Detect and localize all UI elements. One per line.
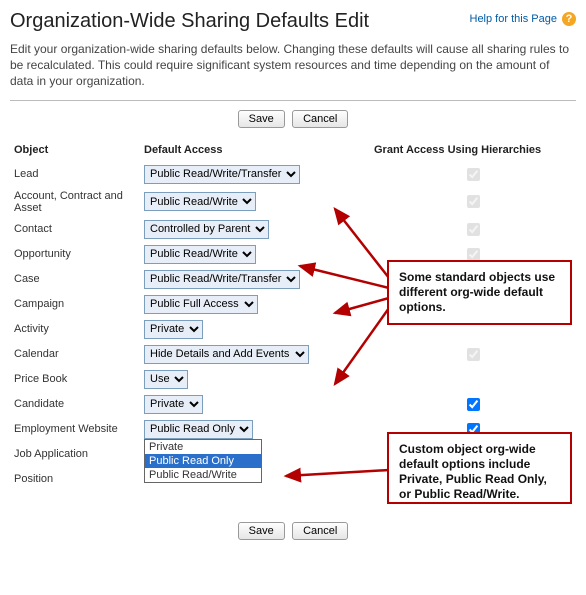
object-label: Opportunity: [10, 242, 140, 267]
object-label: Position: [10, 467, 140, 492]
grant-cell: [370, 392, 576, 417]
table-row: Price BookUse: [10, 367, 576, 392]
access-cell: Private: [140, 392, 370, 417]
grant-hierarchy-checkbox: [467, 195, 480, 208]
default-access-select[interactable]: Private: [144, 395, 203, 414]
grant-cell: [370, 187, 576, 217]
table-row: LeadPublic Read/Write/Transfer: [10, 162, 576, 187]
object-label: Employment Website: [10, 417, 140, 442]
default-access-select[interactable]: Public Read/Write: [144, 245, 256, 264]
grant-hierarchy-checkbox[interactable]: [467, 398, 480, 411]
header-default-access: Default Access: [140, 140, 370, 162]
table-row: CalendarHide Details and Add Events: [10, 342, 576, 367]
default-access-select[interactable]: Public Read/Write/Transfer: [144, 165, 300, 184]
access-cell: Public Read/Write/Transfer: [140, 162, 370, 187]
help-link[interactable]: Help for this Page ?: [470, 12, 577, 26]
header-object: Object: [10, 140, 140, 162]
default-access-select[interactable]: Hide Details and Add Events: [144, 345, 309, 364]
object-label: Lead: [10, 162, 140, 187]
save-button-bottom[interactable]: Save: [238, 522, 285, 540]
table-row: CandidatePrivate: [10, 392, 576, 417]
top-button-row: Save Cancel: [10, 110, 576, 128]
object-label: Candidate: [10, 392, 140, 417]
default-access-select[interactable]: Public Read/Write: [144, 192, 256, 211]
callout-custom-objects: Custom object org-wide default options i…: [387, 432, 572, 504]
object-label: Case: [10, 267, 140, 292]
save-button[interactable]: Save: [238, 110, 285, 128]
grant-cell: [370, 162, 576, 187]
object-label: Activity: [10, 317, 140, 342]
dropdown-option[interactable]: Public Read Only: [145, 454, 261, 468]
default-access-select[interactable]: Public Read/Write/Transfer: [144, 270, 300, 289]
grant-cell: [370, 217, 576, 242]
grant-cell: [370, 342, 576, 367]
object-label: Campaign: [10, 292, 140, 317]
grant-hierarchy-checkbox: [467, 348, 480, 361]
grant-hierarchy-checkbox: [467, 248, 480, 261]
cancel-button-bottom[interactable]: Cancel: [292, 522, 348, 540]
help-icon: ?: [562, 12, 576, 26]
grant-hierarchy-checkbox: [467, 223, 480, 236]
access-cell: Public Read OnlyPrivatePublic Read OnlyP…: [140, 417, 370, 442]
access-cell: Hide Details and Add Events: [140, 342, 370, 367]
default-access-select[interactable]: Public Full Access: [144, 295, 258, 314]
help-link-text: Help for this Page: [470, 13, 557, 25]
default-access-select[interactable]: Controlled by Parent: [144, 220, 269, 239]
access-dropdown-open[interactable]: PrivatePublic Read OnlyPublic Read/Write: [144, 439, 262, 483]
table-row: ContactControlled by Parent: [10, 217, 576, 242]
divider: [10, 100, 576, 102]
access-cell: Public Full Access: [140, 292, 370, 317]
cancel-button[interactable]: Cancel: [292, 110, 348, 128]
access-cell: Public Read/Write: [140, 187, 370, 217]
intro-text: Edit your organization-wide sharing defa…: [10, 41, 576, 90]
object-label: Contact: [10, 217, 140, 242]
callout-standard-objects: Some standard objects use different org-…: [387, 260, 572, 325]
access-cell: Public Read/Write: [140, 242, 370, 267]
dropdown-option[interactable]: Private: [145, 440, 261, 454]
bottom-button-row: Save Cancel: [10, 522, 576, 540]
default-access-select[interactable]: Private: [144, 320, 203, 339]
access-cell: Use: [140, 367, 370, 392]
object-label: Calendar: [10, 342, 140, 367]
table-row: Account, Contract and AssetPublic Read/W…: [10, 187, 576, 217]
access-cell: Controlled by Parent: [140, 217, 370, 242]
default-access-select[interactable]: Use: [144, 370, 188, 389]
default-access-select[interactable]: Public Read Only: [144, 420, 253, 439]
grant-cell: [370, 367, 576, 392]
access-cell: Public Read/Write/Transfer: [140, 267, 370, 292]
header-grant: Grant Access Using Hierarchies: [370, 140, 576, 162]
grant-hierarchy-checkbox: [467, 168, 480, 181]
object-label: Account, Contract and Asset: [10, 187, 140, 217]
access-cell: Private: [140, 317, 370, 342]
dropdown-option[interactable]: Public Read/Write: [145, 468, 261, 482]
object-label: Price Book: [10, 367, 140, 392]
object-label: Job Application: [10, 442, 140, 467]
